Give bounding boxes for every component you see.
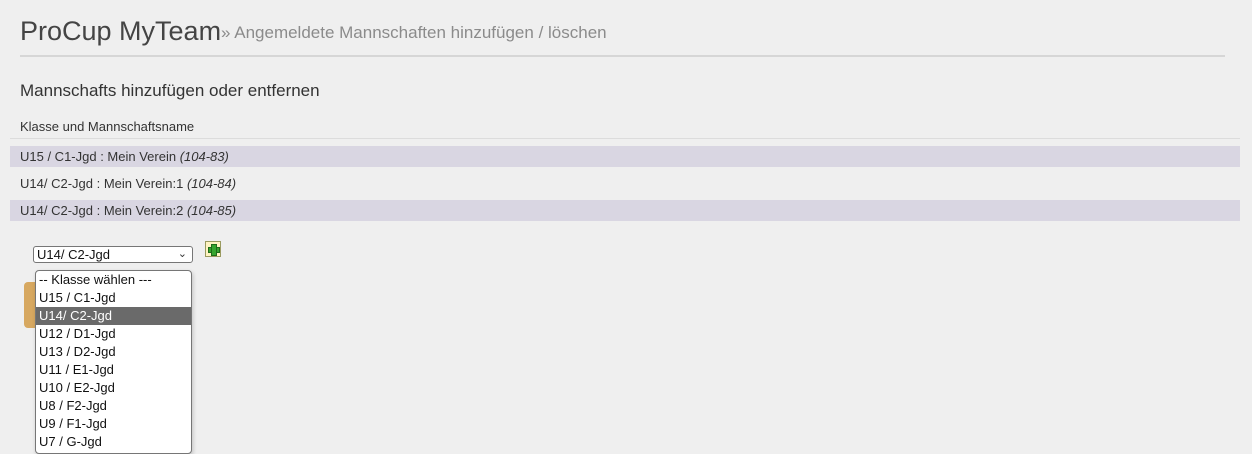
class-select-dropdown[interactable]: -- Klasse wählen --- U15 / C1-Jgd U14/ C… [35, 270, 192, 454]
team-row[interactable]: U14/ C2-Jgd : Mein Verein:2 (104-85) [10, 200, 1240, 221]
team-name: U14/ C2-Jgd : Mein Verein:1 [20, 176, 184, 191]
column-header: Klasse und Mannschaftsname [20, 119, 195, 134]
green-plus-icon[interactable] [205, 241, 221, 257]
dropdown-option[interactable]: U12 / D1-Jgd [36, 325, 191, 343]
team-code: (104-83) [179, 149, 229, 164]
team-name: U14/ C2-Jgd : Mein Verein:2 [20, 203, 184, 218]
page-header: ProCup MyTeam » Angemeldete Mannschaften… [20, 14, 1225, 57]
page-title: ProCup MyTeam [20, 16, 222, 46]
dropdown-option[interactable]: U13 / D2-Jgd [36, 343, 191, 361]
dropdown-option[interactable]: U7 / G-Jgd [36, 433, 191, 451]
team-code: (104-85) [186, 203, 237, 218]
page: ProCup MyTeam » Angemeldete Mannschaften… [0, 0, 1252, 454]
breadcrumb: » Angemeldete Mannschaften hinzufügen / … [221, 23, 607, 42]
team-code: (104-84) [186, 176, 237, 191]
column-header-divider [10, 138, 1240, 139]
dropdown-option[interactable]: U9 / F1-Jgd [36, 415, 191, 433]
dropdown-option-highlighted[interactable]: U14/ C2-Jgd [36, 307, 191, 325]
class-select-value: U14/ C2-Jgd [37, 247, 110, 262]
dropdown-option[interactable]: U11 / E1-Jgd [36, 361, 191, 379]
team-row[interactable]: U14/ C2-Jgd : Mein Verein:1 (104-84) [10, 173, 1240, 194]
section-title: Mannschafts hinzufügen oder entfernen [20, 81, 320, 100]
dropdown-option[interactable]: -- Klasse wählen --- [36, 271, 191, 289]
dropdown-option[interactable]: U15 / C1-Jgd [36, 289, 191, 307]
plus-icon-vertical-bar [211, 244, 217, 256]
team-list: U15 / C1-Jgd : Mein Verein (104-83) U14/… [10, 146, 1240, 227]
team-name: U15 / C1-Jgd : Mein Verein [20, 149, 177, 164]
dropdown-option[interactable]: U10 / E2-Jgd [36, 379, 191, 397]
class-select[interactable]: U14/ C2-Jgd ⌄ [33, 246, 193, 263]
team-row[interactable]: U15 / C1-Jgd : Mein Verein (104-83) [10, 146, 1240, 167]
dropdown-option[interactable]: U8 / F2-Jgd [36, 397, 191, 415]
chevron-down-icon: ⌄ [177, 248, 187, 260]
